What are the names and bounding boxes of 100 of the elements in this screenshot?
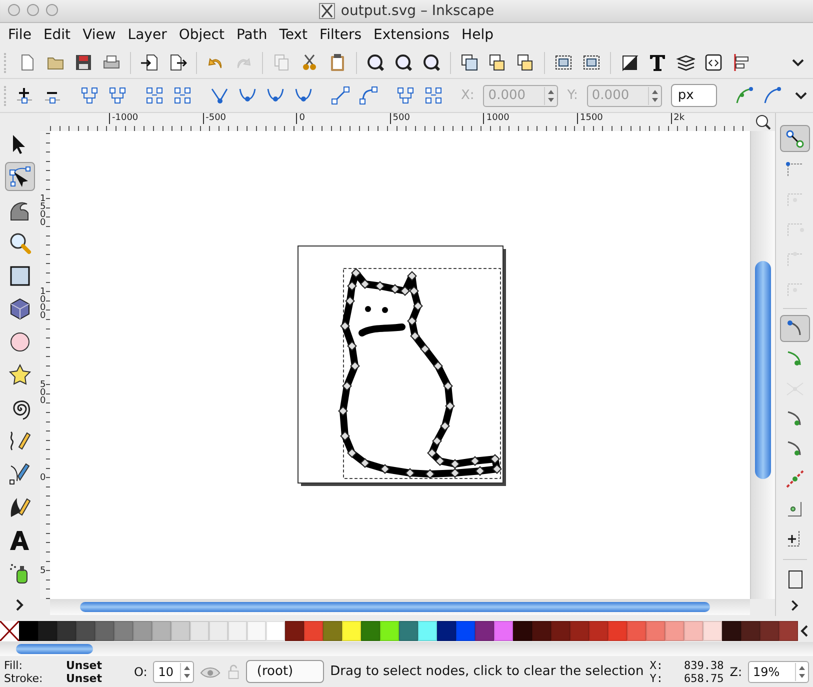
horizontal-scrollbar[interactable] xyxy=(50,599,750,615)
tool-button[interactable] xyxy=(5,162,35,191)
color-swatch[interactable] xyxy=(722,621,741,641)
cursor-y-value: 658.75 xyxy=(682,672,724,684)
zoom-selection-icon[interactable] xyxy=(366,53,385,72)
save-icon[interactable] xyxy=(74,53,93,72)
snap-midpoints-icon xyxy=(784,468,806,490)
color-swatch[interactable] xyxy=(779,621,798,641)
delete-segment-icon[interactable] xyxy=(173,86,192,105)
stroke-to-path-icon[interactable] xyxy=(424,86,443,105)
segment-line-icon[interactable] xyxy=(331,86,350,105)
color-swatch[interactable] xyxy=(532,621,551,641)
menu-item[interactable]: Text xyxy=(273,27,314,43)
text-tool-icon[interactable] xyxy=(648,53,667,72)
unit-dropdown[interactable]: px xyxy=(670,84,717,107)
menu-item[interactable]: Extensions xyxy=(368,27,456,43)
color-swatch[interactable] xyxy=(285,621,304,641)
color-swatch[interactable] xyxy=(551,621,570,641)
color-swatch[interactable] xyxy=(646,621,665,641)
color-swatch[interactable] xyxy=(361,621,380,641)
stroke-label: Stroke: xyxy=(4,672,44,684)
insert-node-icon[interactable] xyxy=(15,86,34,105)
color-swatch[interactable] xyxy=(741,621,760,641)
color-swatch[interactable] xyxy=(627,621,646,641)
clone-icon[interactable] xyxy=(488,53,507,72)
color-swatch[interactable] xyxy=(19,621,38,641)
color-swatch[interactable] xyxy=(456,621,475,641)
ungroup-icon[interactable] xyxy=(582,53,601,72)
cut-icon[interactable] xyxy=(300,53,319,72)
color-swatch[interactable] xyxy=(399,621,418,641)
color-swatch[interactable] xyxy=(684,621,703,641)
zoom-drawing-icon[interactable] xyxy=(394,53,413,72)
color-swatch[interactable] xyxy=(437,621,456,641)
color-swatch[interactable] xyxy=(152,621,171,641)
xml-editor-icon[interactable] xyxy=(704,53,723,72)
unlink-clone-icon[interactable] xyxy=(516,53,535,72)
no-paint-swatch[interactable] xyxy=(0,621,19,641)
menu-item[interactable]: File xyxy=(2,27,38,43)
vertical-scrollbar[interactable] xyxy=(750,131,775,599)
color-swatch[interactable] xyxy=(304,621,323,641)
layer-dropdown[interactable]: (root) xyxy=(246,660,324,683)
ruler-label: 1000 xyxy=(40,288,46,320)
paste-icon[interactable] xyxy=(328,53,347,72)
circle-icon xyxy=(8,330,32,354)
color-swatch[interactable] xyxy=(589,621,608,641)
color-swatch[interactable] xyxy=(76,621,95,641)
zoom-1-1-icon[interactable] xyxy=(754,114,770,130)
duplicate-icon[interactable] xyxy=(460,53,479,72)
fill-stroke-icon[interactable] xyxy=(620,53,639,72)
color-swatch[interactable] xyxy=(209,621,228,641)
menu-item[interactable]: Filters xyxy=(314,27,368,43)
color-swatch[interactable] xyxy=(418,621,437,641)
color-swatch[interactable] xyxy=(133,621,152,641)
join-segment-icon[interactable] xyxy=(145,86,164,105)
align-icon[interactable] xyxy=(732,53,751,72)
color-swatch[interactable] xyxy=(57,621,76,641)
menu-item[interactable]: Path xyxy=(230,27,274,43)
group-icon[interactable] xyxy=(554,53,573,72)
join-nodes-icon[interactable] xyxy=(80,86,99,105)
object-to-path-icon[interactable] xyxy=(396,86,415,105)
color-swatch[interactable] xyxy=(95,621,114,641)
zoom-field[interactable]: 19% xyxy=(748,660,809,682)
color-swatch[interactable] xyxy=(380,621,399,641)
spin-arrows-icon[interactable] xyxy=(795,662,808,680)
pencil-icon xyxy=(8,428,32,452)
opacity-field[interactable]: 10 xyxy=(153,660,194,682)
color-swatch[interactable] xyxy=(171,621,190,641)
color-swatch[interactable] xyxy=(247,621,266,641)
path-effect-icon[interactable] xyxy=(734,86,754,105)
color-swatch[interactable] xyxy=(760,621,779,641)
color-swatch[interactable] xyxy=(494,621,513,641)
color-swatch[interactable] xyxy=(513,621,532,641)
color-swatch[interactable] xyxy=(342,621,361,641)
color-swatch[interactable] xyxy=(323,621,342,641)
color-swatch[interactable] xyxy=(703,621,722,641)
color-swatch[interactable] xyxy=(475,621,494,641)
break-path-icon[interactable] xyxy=(108,86,127,105)
menu-item[interactable]: Help xyxy=(456,27,500,43)
menu-item[interactable]: Edit xyxy=(37,27,77,43)
import-icon[interactable] xyxy=(140,53,159,72)
segment-curve-icon[interactable] xyxy=(359,86,378,105)
color-swatch[interactable] xyxy=(608,621,627,641)
color-swatch[interactable] xyxy=(665,621,684,641)
export-icon[interactable] xyxy=(168,53,187,72)
menu-item[interactable]: Layer xyxy=(122,27,173,43)
menu-item[interactable]: View xyxy=(76,27,122,43)
menu-item[interactable]: Object xyxy=(172,27,230,43)
color-swatch[interactable] xyxy=(38,621,57,641)
zoom-page-icon[interactable] xyxy=(422,53,441,72)
cusp-node-icon[interactable] xyxy=(210,86,229,105)
color-swatch[interactable] xyxy=(114,621,133,641)
color-swatch[interactable] xyxy=(228,621,247,641)
color-swatch[interactable] xyxy=(266,621,285,641)
expand-chevron-icon[interactable] xyxy=(14,598,26,612)
drawing-canvas[interactable] xyxy=(50,131,750,599)
layers-icon[interactable] xyxy=(676,53,695,72)
palette-scrollbar[interactable] xyxy=(0,642,813,656)
bezier-path-icon[interactable] xyxy=(762,86,782,105)
color-swatch[interactable] xyxy=(570,621,589,641)
color-swatch[interactable] xyxy=(190,621,209,641)
